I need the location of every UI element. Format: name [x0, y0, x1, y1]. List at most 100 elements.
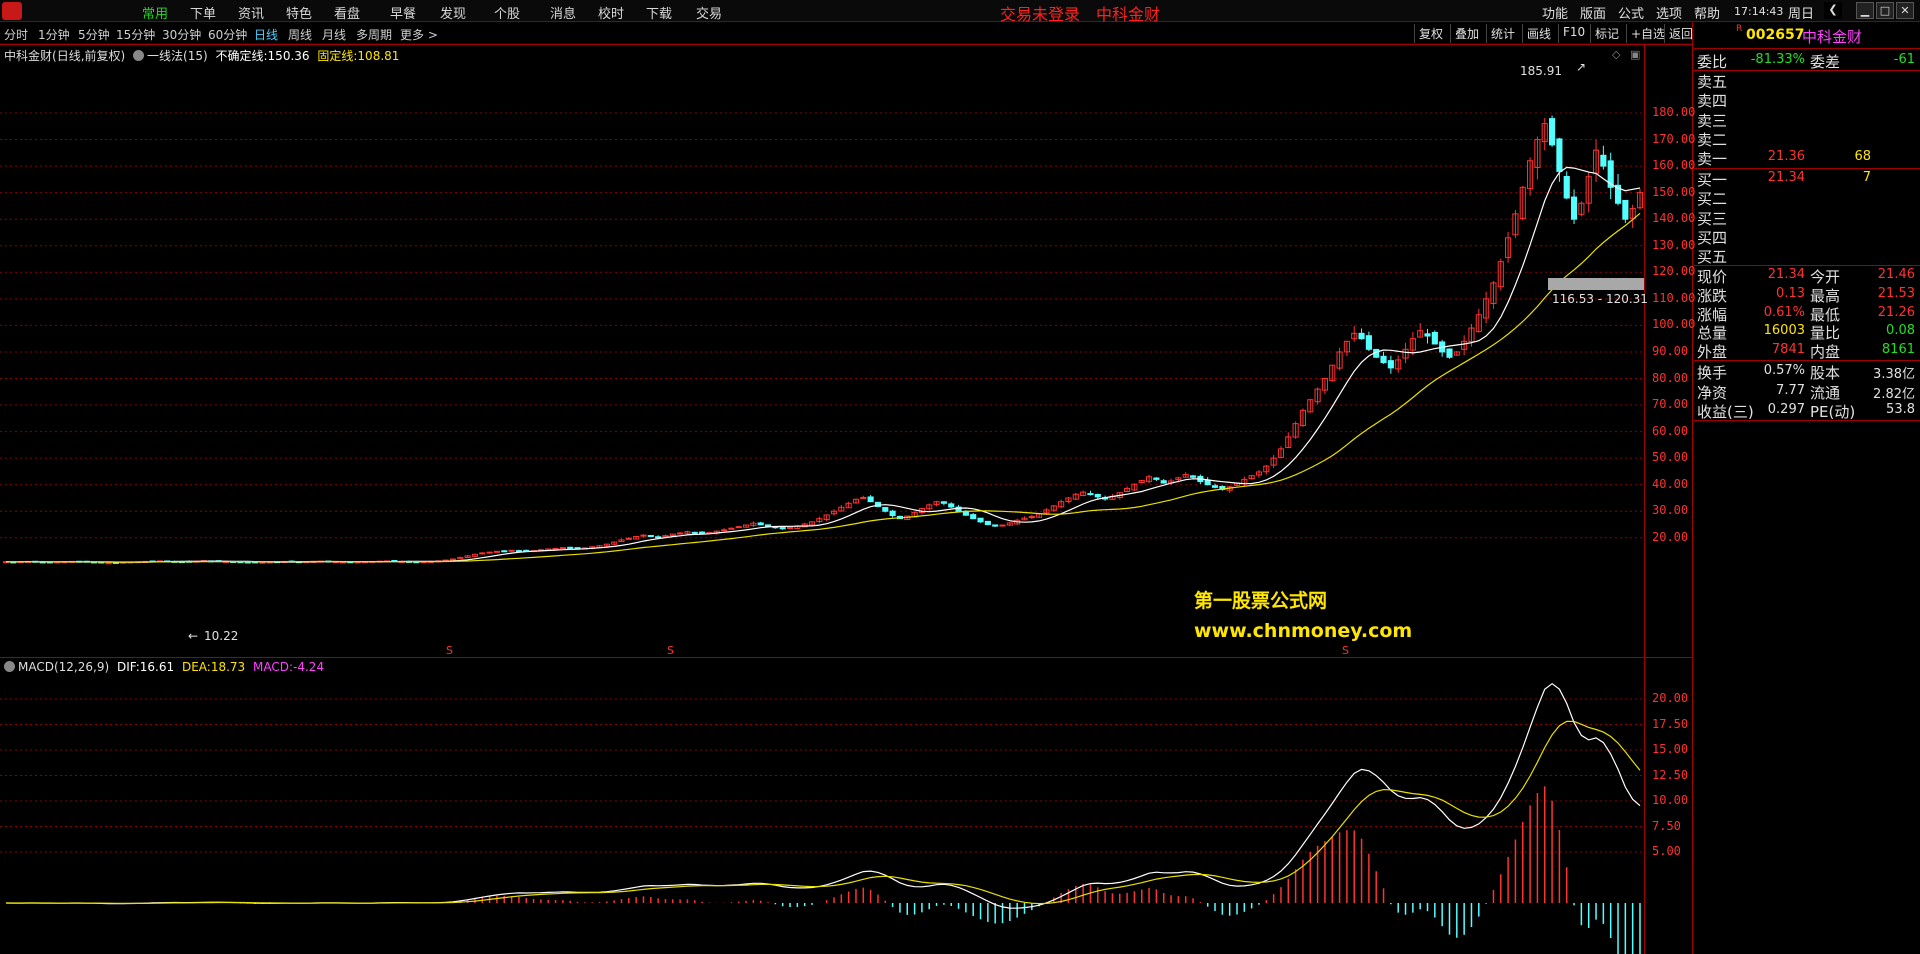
close-icon[interactable]: ✕ [1896, 2, 1914, 19]
menu-item-xiaoxi[interactable]: 消息 [550, 3, 576, 22]
tool-f10[interactable]: F10 [1558, 24, 1589, 43]
menu-item-gegu[interactable]: 个股 [494, 3, 520, 22]
candle-body [552, 547, 559, 550]
app-logo-icon[interactable] [2, 2, 22, 20]
menu-item-zixun[interactable]: 资讯 [238, 3, 264, 22]
candle-body [970, 514, 977, 520]
candle-body [640, 534, 647, 537]
menu-item-kanpan[interactable]: 看盘 [334, 3, 360, 22]
fundamental-label: 收益(三) [1697, 403, 1754, 421]
candle-body [992, 524, 999, 527]
fundamental-row: 收益(三) 0.297 PE(动) 53.8 [1697, 401, 1917, 421]
candle-body [977, 517, 984, 523]
macd-chart[interactable] [0, 658, 1644, 954]
period-60min[interactable]: 60分钟 [208, 26, 247, 43]
right-menu-gongneng[interactable]: 功能 [1542, 3, 1568, 22]
candle-body [728, 527, 735, 530]
ask-row[interactable]: 卖二 [1697, 129, 1917, 149]
ask-row-label: 卖二 [1697, 130, 1728, 149]
fundamental-value: 0.57% [1763, 363, 1805, 378]
ask-row[interactable]: 卖三 [1697, 110, 1917, 130]
ask-row[interactable]: 卖五 [1697, 71, 1917, 91]
fundamental-value: 3.38亿 [1873, 367, 1915, 382]
stat-value: 0.61% [1763, 304, 1805, 320]
candle-body [1622, 199, 1629, 220]
candle-body [647, 535, 654, 538]
macd-dea-line [6, 720, 1641, 905]
right-menu-banmian[interactable]: 版面 [1580, 3, 1606, 22]
ask-row[interactable]: 卖一 21.36 68 [1697, 148, 1917, 168]
candle-body [860, 496, 867, 499]
menu-item-xiaoshi[interactable]: 校时 [598, 3, 624, 22]
bid-row[interactable]: 买五 [1697, 246, 1917, 266]
candle-body [699, 531, 706, 535]
back-arrow-icon[interactable]: ❮ [1824, 2, 1842, 19]
candle-body [1446, 348, 1453, 358]
period-30min[interactable]: 30分钟 [162, 26, 201, 43]
tool-biaoji[interactable]: 标记 [1590, 24, 1623, 43]
candle-body [508, 549, 515, 552]
stat-row: 现价 21.34 今开 21.46 [1697, 266, 1917, 286]
candle-body [515, 550, 522, 553]
range-annotation: 116.53 - 120.31 [1552, 292, 1648, 306]
menu-item-xiadan[interactable]: 下单 [190, 3, 216, 22]
candle-body [867, 496, 874, 503]
bid-row[interactable]: 买四 [1697, 227, 1917, 247]
price-axis-label: 50.00 [1652, 450, 1689, 465]
right-menu-gongshi[interactable]: 公式 [1618, 3, 1644, 22]
bid-row-volume: 7 [1862, 170, 1871, 185]
price-axis-label: 40.00 [1652, 476, 1689, 491]
ask-row-label: 卖三 [1697, 111, 1728, 130]
candle-body [691, 531, 698, 534]
period-weekly[interactable]: 周线 [288, 26, 312, 43]
candlestick-chart[interactable] [0, 45, 1644, 657]
candle-body [1556, 138, 1563, 172]
fundamental-label: 股本 [1810, 364, 1841, 382]
watermark-title: 第一股票公式网 [1194, 590, 1328, 612]
candle-body [1549, 118, 1556, 146]
tool-tongji[interactable]: 统计 [1486, 24, 1519, 43]
fundamental-row: 净资 7.77 流通 2.82亿 [1697, 382, 1917, 402]
period-monthly[interactable]: 月线 [322, 26, 346, 43]
menu-item-faxian[interactable]: 发现 [440, 3, 466, 22]
period-fenshi[interactable]: 分时 [4, 26, 28, 43]
ask-row-volume: 68 [1854, 149, 1871, 165]
ask-row-price: 21.36 [1767, 149, 1805, 165]
period-1min[interactable]: 1分钟 [38, 26, 70, 43]
period-more[interactable]: 更多 > [400, 26, 438, 43]
period-5min[interactable]: 5分钟 [78, 26, 110, 43]
menu-item-changyong[interactable]: 常用 [142, 3, 168, 22]
ask-row[interactable]: 卖四 [1697, 90, 1917, 110]
minimize-icon[interactable]: ▁ [1856, 2, 1874, 19]
price-axis-label: 130.00 [1652, 237, 1696, 252]
quote-sep-0 [1694, 48, 1920, 49]
signal-marker-1: S [446, 644, 453, 657]
period-multi[interactable]: 多周期 [356, 26, 392, 43]
maximize-icon[interactable]: □ [1876, 2, 1894, 19]
candle-body [105, 562, 112, 565]
right-menu-bangzhu[interactable]: 帮助 [1694, 3, 1720, 22]
signal-marker-3: S [1342, 644, 1349, 657]
price-axis-label: 170.00 [1652, 131, 1696, 146]
menu-item-xiazai[interactable]: 下载 [646, 3, 672, 22]
tool-zixuan[interactable]: +自选 [1626, 24, 1669, 43]
candle-body [940, 501, 947, 504]
tool-huaxian[interactable]: 画线 [1522, 24, 1555, 43]
menu-item-zaocan[interactable]: 早餐 [390, 3, 416, 22]
bid-row[interactable]: 买二 [1697, 188, 1917, 208]
candle-body [1094, 493, 1101, 498]
watermark-url: www.chnmoney.com [1194, 620, 1413, 642]
tool-diejia[interactable]: 叠加 [1450, 24, 1483, 43]
period-daily[interactable]: 日线 [254, 26, 278, 43]
candle-body [486, 551, 493, 554]
bid-row[interactable]: 买三 [1697, 208, 1917, 228]
stat-value: 21.53 [1877, 285, 1915, 301]
menu-item-tese[interactable]: 特色 [286, 3, 312, 22]
candle-body [479, 552, 486, 555]
bid-row[interactable]: 买一 21.34 7 [1697, 169, 1917, 189]
period-15min[interactable]: 15分钟 [116, 26, 155, 43]
signal-marker-2: S [667, 644, 674, 657]
tool-fuquan[interactable]: 复权 [1414, 24, 1447, 43]
right-menu-xuanxiang[interactable]: 选项 [1656, 3, 1682, 22]
menu-item-jiaoyi[interactable]: 交易 [696, 3, 722, 22]
